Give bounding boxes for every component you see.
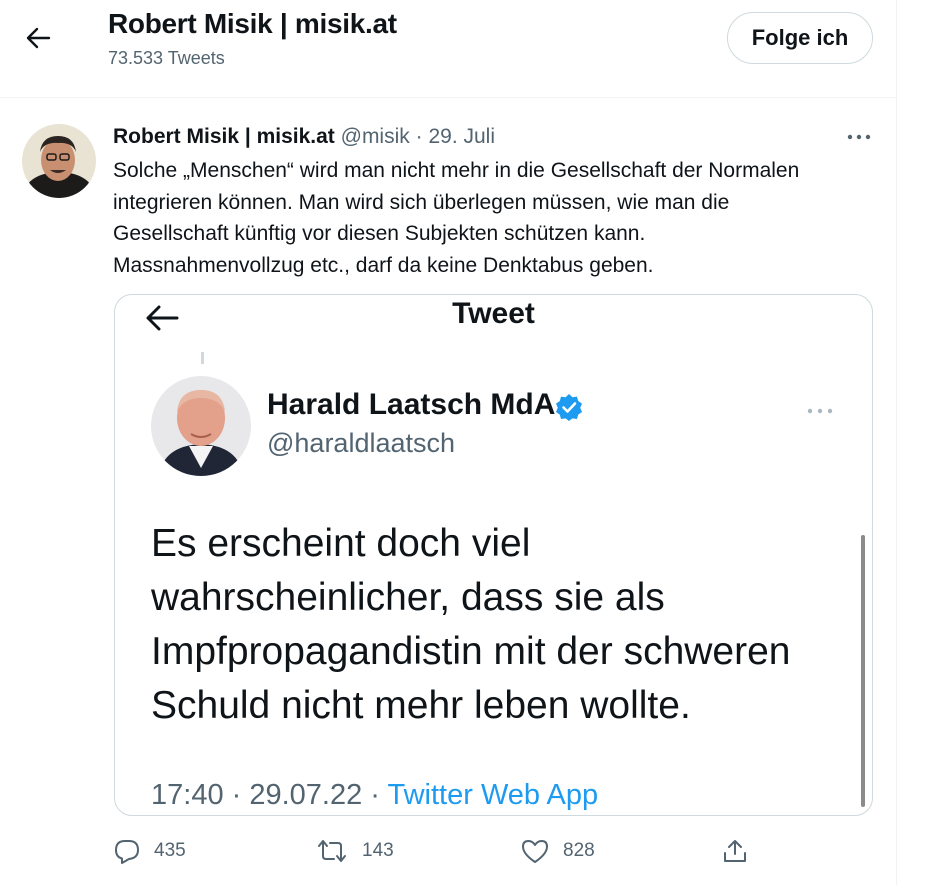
share-icon	[724, 840, 746, 862]
author-avatar[interactable]	[22, 124, 96, 198]
embedded-author-name: Harald Laatsch MdA	[267, 388, 556, 421]
more-horizontal-icon	[805, 403, 835, 421]
embedded-text-line: wahrscheinlicher, dass sie als	[151, 576, 665, 619]
embedded-scrollbar	[861, 535, 865, 807]
embedded-tweet-text: Es erscheint doch viel wahrscheinlicher,…	[151, 517, 841, 733]
embedded-timestamp: 17:40 · 29.07.22 · Twitter Web App	[151, 779, 598, 812]
tweet-count: 73.533 Tweets	[108, 48, 225, 68]
embedded-text-line: Es erscheint doch viel	[151, 522, 531, 565]
following-button[interactable]: Folge ich	[727, 12, 873, 64]
meta-separator: ·	[415, 125, 423, 148]
tweet-text: Solche „Menschen“ wird man nicht mehr in…	[113, 155, 883, 281]
reply-count: 435	[154, 840, 186, 861]
profile-header: Robert Misik | misik.at 73.533 Tweets Fo…	[0, 0, 896, 98]
tweet-text-line: Solche „Menschen“ wird man nicht mehr in…	[113, 159, 800, 182]
embedded-source-app: Twitter Web App	[387, 779, 599, 811]
more-horizontal-icon	[847, 134, 871, 140]
tweet-more-button[interactable]	[846, 130, 872, 144]
reply-icon	[115, 840, 139, 864]
attached-image[interactable]: Tweet Harald Laatsch MdA @haraldlaatsch	[114, 294, 873, 816]
back-button[interactable]	[18, 18, 58, 58]
embedded-author-handle: @haraldlaatsch	[267, 428, 456, 458]
retweet-button[interactable]: 143	[316, 834, 394, 868]
retweet-icon	[318, 840, 346, 862]
arrow-left-icon	[26, 27, 51, 49]
like-count: 828	[563, 840, 595, 861]
tweet-header: Robert Misik | misik.at @misik · 29. Jul…	[113, 125, 495, 149]
heart-icon	[522, 840, 548, 863]
embedded-time: 17:40 · 29.07.22 ·	[151, 779, 380, 811]
page-title: Robert Misik | misik.at	[108, 8, 397, 39]
embedded-text-line: Impfpropagandistin mit der schweren	[151, 630, 791, 673]
retweet-count: 143	[362, 840, 394, 861]
author-name[interactable]: Robert Misik | misik.at	[113, 125, 335, 148]
tweet-text-line: Gesellschaft künftig vor diesen Subjekte…	[113, 222, 646, 245]
share-button[interactable]	[722, 834, 748, 868]
like-button[interactable]: 828	[521, 834, 595, 868]
author-handle[interactable]: @misik	[341, 125, 410, 148]
verified-badge-icon	[555, 393, 583, 426]
tweet-text-line: Massnahmenvollzug etc., darf da keine De…	[113, 253, 654, 277]
timeline-column: Robert Misik | misik.at 73.533 Tweets Fo…	[0, 0, 897, 885]
embedded-title: Tweet	[452, 297, 535, 330]
tweet-date[interactable]: 29. Juli	[428, 125, 495, 148]
reply-button[interactable]: 435	[114, 834, 186, 868]
embedded-author-avatar	[151, 376, 251, 476]
embedded-text-line: Schuld nicht mehr leben wollte.	[151, 684, 691, 727]
tweet-text-line: integrieren können. Man wird sich überle…	[113, 190, 730, 214]
thread-connector	[201, 352, 204, 364]
